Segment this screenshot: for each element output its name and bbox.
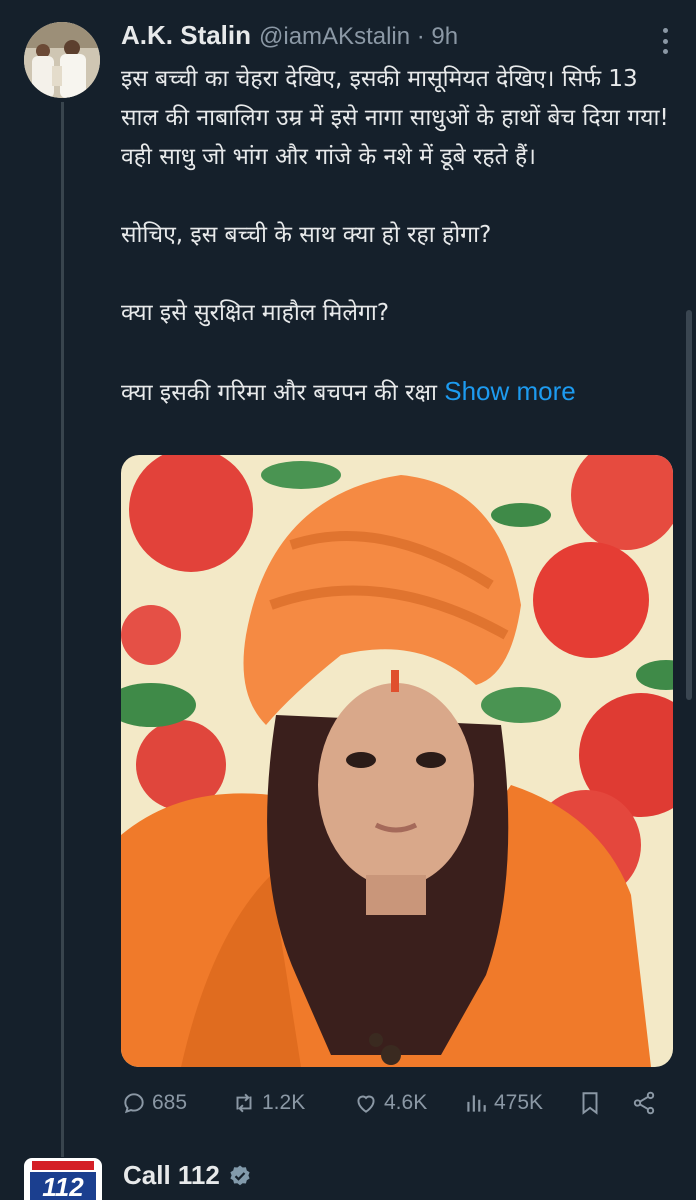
like-count: 4.6K <box>384 1091 428 1114</box>
tweet-paragraph: इस बच्ची का चेहरा देखिए, इसकी मासूमियत द… <box>121 66 669 170</box>
verified-badge-icon <box>230 1165 250 1185</box>
author-avatar[interactable] <box>24 22 100 98</box>
tweet-paragraph: क्या इसे सुरक्षित माहौल मिलेगा? <box>121 300 390 326</box>
tweet-media-image[interactable] <box>121 455 673 1067</box>
heart-icon <box>357 1095 375 1113</box>
repost-button[interactable]: 1.2K <box>231 1090 305 1116</box>
like-button[interactable]: 4.6K <box>353 1090 427 1116</box>
show-more-link[interactable]: Show more <box>444 376 576 406</box>
tweet-actions-bar: 685 1.2K 4.6K 475K <box>121 1086 666 1122</box>
next-author-name[interactable]: Call 112 <box>123 1160 220 1191</box>
avatar-photo <box>24 22 100 98</box>
tweet-paragraph: सोचिए, इस बच्ची के साथ क्या हो रहा होगा? <box>121 222 492 248</box>
tweet-body: इस बच्ची का चेहरा देखिए, इसकी मासूमियत द… <box>121 60 681 413</box>
bookmark-icon <box>582 1092 598 1115</box>
avatar-logo-stripe <box>32 1161 94 1170</box>
share-icon <box>633 1091 655 1115</box>
repost-count: 1.2K <box>262 1091 306 1114</box>
reply-icon <box>124 1093 144 1114</box>
bookmark-button[interactable] <box>577 1090 603 1116</box>
next-author-avatar[interactable]: 112 <box>24 1158 102 1200</box>
repost-icon <box>236 1093 252 1113</box>
reply-count: 685 <box>152 1091 188 1114</box>
author-handle-and-time[interactable]: @iamAKstalin · 9h <box>259 23 458 51</box>
views-icon <box>467 1095 486 1112</box>
views-button[interactable]: 475K <box>463 1090 543 1116</box>
tweet-paragraph-last: क्या इसकी गरिमा और बचपन की रक्षा Show mo… <box>121 372 681 413</box>
photo-illustration <box>121 455 673 1067</box>
views-count: 475K <box>494 1091 544 1114</box>
tweet-header: A.K. Stalin @iamAKstalin · 9h <box>121 20 666 54</box>
avatar-logo-number: 112 <box>30 1172 96 1200</box>
thread-connector-line <box>61 102 64 1157</box>
share-button[interactable] <box>631 1090 657 1116</box>
author-name[interactable]: A.K. Stalin <box>121 20 251 51</box>
reply-button[interactable]: 685 <box>121 1090 187 1116</box>
next-tweet-header: Call 112 <box>123 1160 252 1191</box>
scrollbar[interactable] <box>686 310 692 700</box>
tweet-paragraph-text: क्या इसकी गरिमा और बचपन की रक्षा <box>121 380 437 406</box>
more-vertical-icon[interactable] <box>660 28 670 54</box>
